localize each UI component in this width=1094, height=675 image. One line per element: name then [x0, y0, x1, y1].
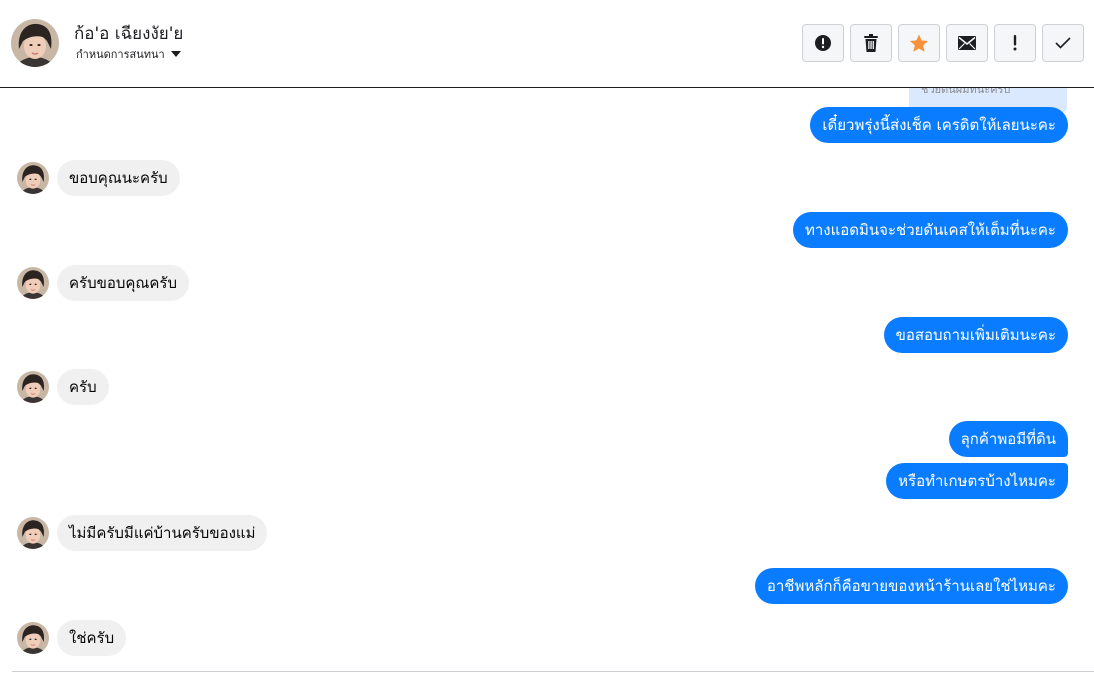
action-toolbar	[802, 24, 1084, 62]
message-row: ขอสอบถามเพิ่มเติมนะคะ	[883, 317, 1068, 353]
star-button[interactable]	[898, 24, 940, 62]
report-button[interactable]	[802, 24, 844, 62]
message-row: ใช่ครับ	[17, 620, 127, 656]
message-row: ทางแอดมินจะช่วยดันเคสให้เต็มที่นะคะ	[792, 212, 1068, 248]
sender-avatar[interactable]	[17, 267, 49, 299]
incoming-message-bubble[interactable]: ครับขอบคุณครับ	[57, 265, 189, 301]
conversation-header: ก้อ'อ เฉียงงัย'ย กำหนดการสนทนา	[0, 0, 1094, 88]
outgoing-message-bubble[interactable]: เดี๋ยวพรุ่งนี้ส่งเช็ค เครดิตให้เลยนะคะ	[810, 107, 1068, 143]
done-button[interactable]	[1042, 24, 1084, 62]
outgoing-message-bubble[interactable]: อาชีพหลักก็คือขายของหน้าร้านเลยใช่ไหมคะ	[754, 568, 1068, 604]
alert-circle-icon	[815, 35, 831, 51]
message-row: ครับ	[17, 369, 109, 405]
message-thread[interactable]: ช่วยดันผมทีนะครับ เดี๋ยวพรุ่งนี้ส่งเช็ค …	[0, 88, 1094, 672]
message-row: ครับขอบคุณครับ	[17, 265, 189, 301]
contact-avatar[interactable]	[11, 19, 59, 67]
star-icon	[910, 34, 928, 52]
outgoing-message-bubble[interactable]: ทางแอดมินจะช่วยดันเคสให้เต็มที่นะคะ	[792, 212, 1068, 248]
sender-avatar[interactable]	[17, 371, 49, 403]
message-row: เดี๋ยวพรุ่งนี้ส่งเช็ค เครดิตให้เลยนะคะ	[810, 107, 1068, 143]
outgoing-message-bubble[interactable]: ขอสอบถามเพิ่มเติมนะคะ	[883, 317, 1068, 353]
delete-button[interactable]	[850, 24, 892, 62]
composer-divider	[12, 671, 1094, 672]
conversation-settings-label: กำหนดการสนทนา	[76, 48, 165, 61]
message-row: ลุกค้าพอมีที่ดิน	[948, 421, 1068, 457]
trash-icon	[864, 34, 878, 52]
exclamation-icon	[1013, 35, 1017, 51]
incoming-message-bubble[interactable]: ครับ	[57, 369, 109, 405]
message-row: หรือทำเกษตรบ้างไหมคะ	[886, 463, 1068, 499]
important-button[interactable]	[994, 24, 1036, 62]
contact-name[interactable]: ก้อ'อ เฉียงงัย'ย	[74, 20, 183, 47]
message-row: อาชีพหลักก็คือขายของหน้าร้านเลยใช่ไหมคะ	[754, 568, 1068, 604]
message-row: ขอบคุณนะครับ	[17, 160, 180, 196]
conversation-settings-dropdown[interactable]: กำหนดการสนทนา	[76, 45, 181, 63]
incoming-message-bubble[interactable]: ใช่ครับ	[57, 620, 127, 656]
sender-avatar[interactable]	[17, 517, 49, 549]
mark-unread-button[interactable]	[946, 24, 988, 62]
message-row: ไม่มีครับมีแค่บ้านครับของแม่	[17, 515, 268, 551]
envelope-icon	[958, 36, 976, 50]
incoming-message-bubble[interactable]: ไม่มีครับมีแค่บ้านครับของแม่	[57, 515, 268, 551]
outgoing-message-bubble[interactable]: ลุกค้าพอมีที่ดิน	[948, 421, 1068, 457]
sender-avatar[interactable]	[17, 162, 49, 194]
sender-avatar[interactable]	[17, 622, 49, 654]
checkmark-icon	[1055, 37, 1071, 49]
outgoing-message-bubble[interactable]: หรือทำเกษตรบ้างไหมคะ	[886, 463, 1068, 499]
caret-down-icon	[170, 51, 181, 57]
incoming-message-bubble[interactable]: ขอบคุณนะครับ	[57, 160, 180, 196]
